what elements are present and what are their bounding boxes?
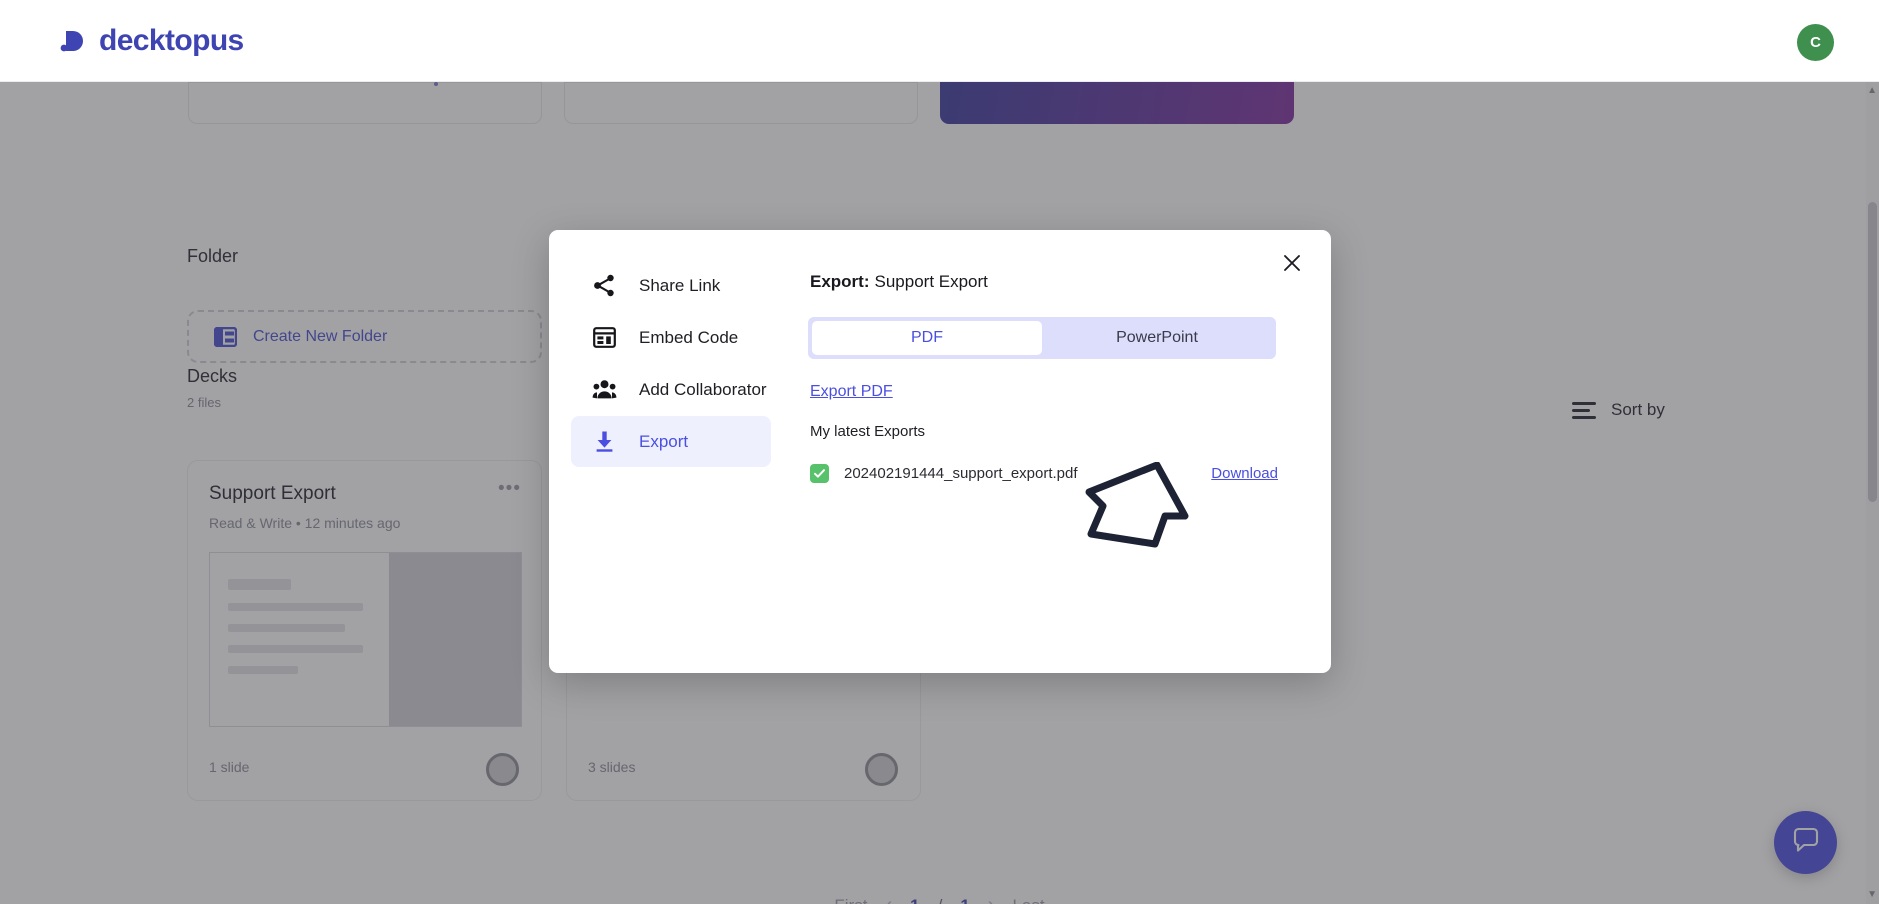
menu-item-embed-code[interactable]: Embed Code <box>571 312 771 363</box>
people-group-icon <box>592 377 617 402</box>
decktopus-logo-icon <box>60 28 86 54</box>
format-option-powerpoint[interactable]: PowerPoint <box>1042 321 1272 355</box>
menu-item-export[interactable]: Export <box>571 416 771 467</box>
latest-exports-label: My latest Exports <box>810 423 926 440</box>
menu-item-label: Export <box>639 431 689 451</box>
format-toggle[interactable]: PDF PowerPoint <box>808 317 1276 359</box>
menu-item-label: Share Link <box>639 275 721 295</box>
export-pane: Export: Support Export PDF PowerPoint Exp… <box>808 260 1301 483</box>
avatar[interactable]: C <box>1797 24 1834 61</box>
menu-item-add-collaborator[interactable]: Add Collaborator <box>571 364 771 415</box>
check-square-icon <box>810 464 829 483</box>
share-icon <box>592 273 617 298</box>
avatar-initial: C <box>1810 34 1821 51</box>
download-arrow-icon <box>592 429 617 454</box>
brand-logo[interactable]: decktopus <box>60 24 244 58</box>
brand-name: decktopus <box>99 23 244 57</box>
export-file-name: 202402191444_support_export.pdf <box>844 465 1078 482</box>
menu-item-share-link[interactable]: Share Link <box>571 260 771 311</box>
embed-code-icon <box>592 325 617 350</box>
menu-item-label: Embed Code <box>639 327 739 347</box>
top-bar: decktopus C <box>0 0 1879 82</box>
export-pdf-link[interactable]: Export PDF <box>810 383 893 401</box>
export-modal: Share Link Embed Code Add Collaborator E… <box>549 230 1331 673</box>
app-root: decktopus C ▲ ▼ Folder Create New Folder… <box>0 0 1879 904</box>
download-link[interactable]: Download <box>1211 465 1278 482</box>
modal-menu: Share Link Embed Code Add Collaborator E… <box>571 260 771 468</box>
format-option-pdf[interactable]: PDF <box>812 321 1042 355</box>
export-title-prefix: Export: <box>810 272 870 291</box>
export-title-value: Support Export <box>874 272 988 291</box>
menu-item-label: Add Collaborator <box>639 379 767 399</box>
export-title: Export: Support Export <box>810 272 1301 292</box>
cursor-pointer-annotation <box>1085 461 1221 563</box>
